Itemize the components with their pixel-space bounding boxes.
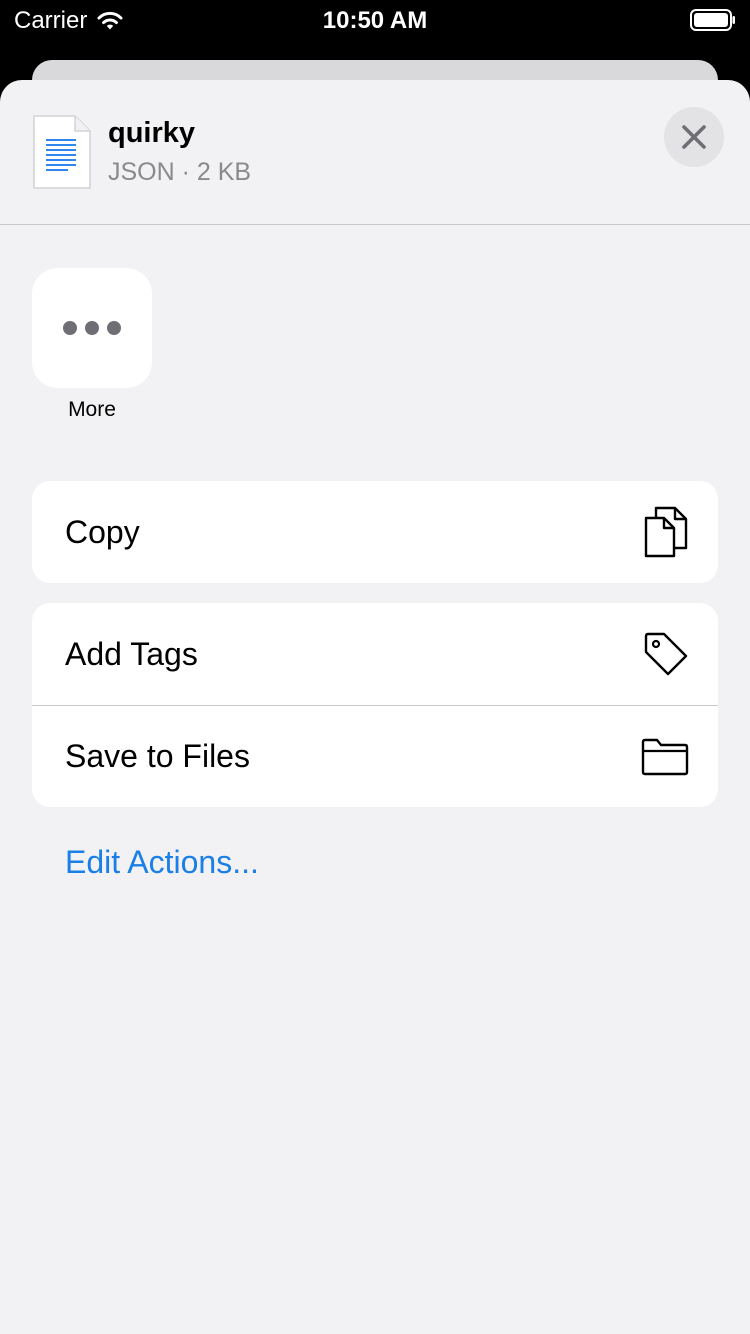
status-time: 10:50 AM [322, 7, 428, 34]
add-tags-action-label: Add Tags [65, 635, 198, 672]
copy-icon [644, 506, 688, 558]
tag-icon [644, 632, 688, 676]
save-to-files-action[interactable]: Save to Files [32, 705, 718, 807]
file-meta: JSON · 2 KB [108, 158, 252, 186]
add-tags-action[interactable]: Add Tags [32, 603, 718, 705]
edit-actions-link[interactable]: Edit Actions... [65, 844, 259, 881]
action-group-files: Add Tags Save to Files [32, 603, 718, 807]
status-bar: Carrier 10:50 AM [0, 0, 750, 40]
action-group-copy: Copy [32, 481, 718, 583]
more-apps-label: More [68, 398, 116, 421]
battery-icon [690, 9, 735, 31]
share-sheet: quirky JSON · 2 KB More Copy Add Tags Sa… [0, 80, 750, 1334]
folder-icon [641, 738, 689, 775]
document-icon [33, 115, 91, 189]
close-button[interactable] [664, 107, 724, 167]
close-icon [682, 125, 706, 149]
more-apps-button[interactable] [32, 268, 152, 388]
save-to-files-action-label: Save to Files [65, 738, 250, 774]
share-sheet-header: quirky JSON · 2 KB [0, 80, 750, 225]
ellipsis-icon [63, 321, 77, 335]
file-name: quirky [108, 117, 196, 149]
copy-action-label: Copy [65, 513, 140, 550]
copy-action[interactable]: Copy [32, 481, 718, 583]
